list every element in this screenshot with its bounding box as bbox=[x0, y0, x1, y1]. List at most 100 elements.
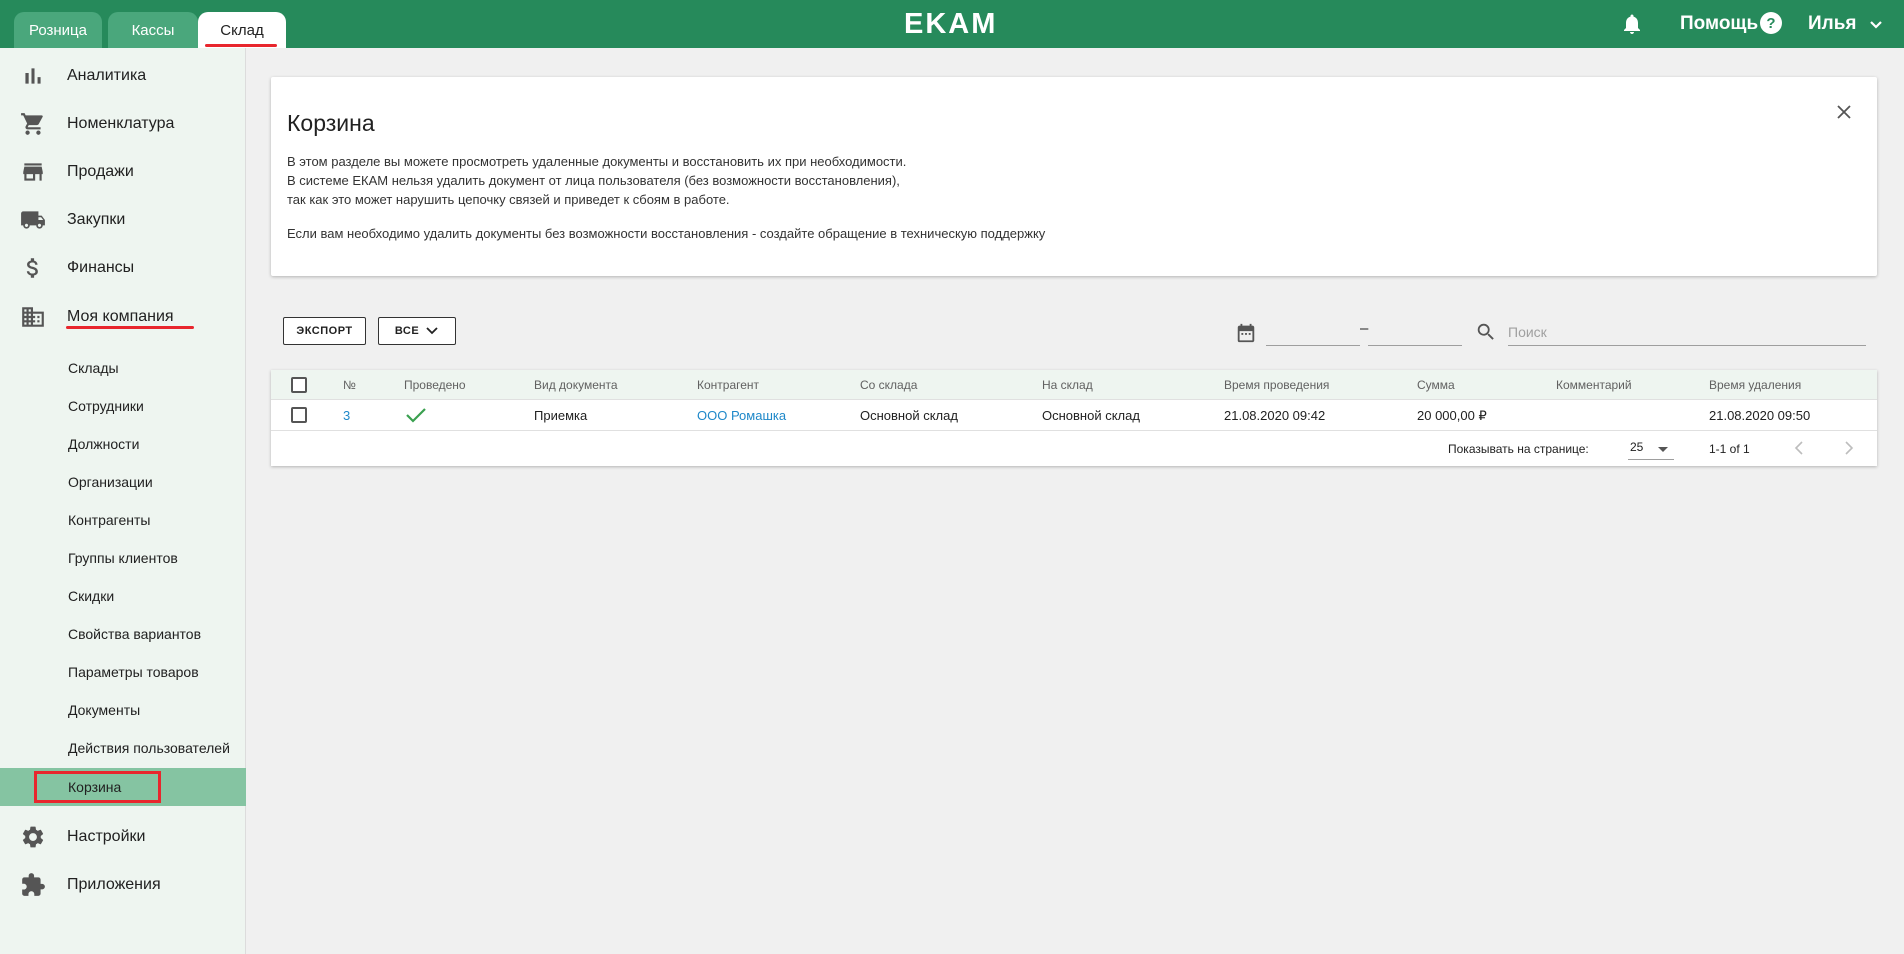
sidebar-subitem-warehouses[interactable]: Склады bbox=[0, 349, 246, 387]
close-icon[interactable] bbox=[1833, 101, 1855, 123]
tab-warehouse-label: Склад bbox=[220, 21, 264, 39]
sidebar-subitem-counterparties[interactable]: Контрагенты bbox=[0, 501, 246, 539]
column-header-doc-type[interactable]: Вид документа bbox=[534, 378, 618, 392]
user-menu[interactable]: Илья bbox=[1808, 13, 1857, 35]
search-input[interactable] bbox=[1508, 318, 1866, 346]
help-link[interactable]: Помощь bbox=[1680, 13, 1758, 35]
puzzle-icon bbox=[22, 873, 45, 896]
calendar-icon[interactable] bbox=[1235, 322, 1257, 344]
sidebar-subitem-user-actions[interactable]: Действия пользователей bbox=[0, 729, 246, 767]
sidebar-subitem-documents[interactable]: Документы bbox=[0, 691, 246, 729]
sidebar-subitem-organizations[interactable]: Организации bbox=[0, 463, 246, 501]
filter-dropdown[interactable]: ВСЕ bbox=[378, 317, 456, 345]
sidebar-subitem-positions[interactable]: Должности bbox=[0, 425, 246, 463]
pagination-range: 1-1 of 1 bbox=[1709, 442, 1750, 456]
sidebar-subitem-label: Группы клиентов bbox=[68, 550, 178, 566]
truck-icon bbox=[21, 211, 45, 229]
filter-dropdown-label: ВСЕ bbox=[394, 325, 420, 337]
column-header-posted-time[interactable]: Время проведения bbox=[1224, 378, 1329, 392]
sidebar-subitem-employees[interactable]: Сотрудники bbox=[0, 387, 246, 425]
cell-sum: 20 000,00 ₽ bbox=[1417, 408, 1487, 423]
cell-doc-type: Приемка bbox=[534, 408, 588, 423]
sidebar-subitem-label: Действия пользователей bbox=[68, 740, 230, 756]
counterparty-link[interactable]: ООО Ромашка bbox=[697, 408, 786, 423]
building-icon bbox=[22, 307, 44, 327]
search-icon bbox=[1477, 323, 1494, 340]
sidebar-subitem-label: Документы bbox=[68, 702, 141, 718]
sidebar-subitem-label: Должности bbox=[68, 436, 140, 452]
date-to-input[interactable] bbox=[1368, 318, 1462, 346]
sidebar-item-my-company[interactable]: Моя компания bbox=[0, 297, 246, 337]
sidebar-item-label: Закупки bbox=[67, 211, 126, 228]
sidebar-subitem-variant-properties[interactable]: Свойства вариантов bbox=[0, 615, 246, 653]
column-header-to-store[interactable]: На склад bbox=[1042, 378, 1093, 392]
caret-down-icon bbox=[1658, 447, 1668, 452]
sidebar-item-label: Номенклатура bbox=[67, 115, 175, 132]
column-header-deleted-time[interactable]: Время удаления bbox=[1709, 378, 1801, 392]
per-page-value: 25 bbox=[1630, 440, 1644, 454]
sidebar-item-analytics[interactable]: Аналитика bbox=[0, 56, 246, 96]
trash-highlight-box bbox=[34, 771, 161, 803]
chevron-down-icon bbox=[426, 327, 438, 335]
sidebar-subitem-client-groups[interactable]: Группы клиентов bbox=[0, 539, 246, 577]
sidebar-item-label: Настройки bbox=[67, 828, 146, 845]
sidebar-item-purchases[interactable]: Закупки bbox=[0, 200, 246, 240]
chevron-left-icon[interactable] bbox=[1790, 438, 1810, 458]
dollar-icon bbox=[26, 258, 38, 278]
column-header-number[interactable]: № bbox=[343, 378, 356, 392]
info-text-line: В системе ЕКАМ нельзя удалить документ о… bbox=[287, 173, 900, 188]
tab-retail[interactable]: Розница bbox=[14, 12, 102, 48]
info-text-line: В этом разделе вы можете просмотреть уда… bbox=[287, 154, 907, 169]
cell-from-store: Основной склад bbox=[860, 408, 958, 423]
row-checkbox[interactable] bbox=[291, 407, 307, 423]
column-header-counterparty[interactable]: Контрагент bbox=[697, 378, 759, 392]
per-page-select[interactable]: 25 bbox=[1628, 436, 1674, 460]
sidebar-subitem-label: Параметры товаров bbox=[68, 664, 199, 680]
help-icon[interactable]: ? bbox=[1760, 12, 1782, 34]
sidebar-subitem-discounts[interactable]: Скидки bbox=[0, 577, 246, 615]
select-all-checkbox[interactable] bbox=[291, 377, 307, 393]
chevron-down-icon[interactable] bbox=[1868, 17, 1884, 33]
document-number-link[interactable]: 3 bbox=[343, 408, 350, 423]
documents-table: № Проведено Вид документа Контрагент Со … bbox=[271, 370, 1877, 466]
my-company-highlight-underline bbox=[66, 326, 194, 329]
logo: EKAM bbox=[904, 7, 998, 40]
store-icon bbox=[23, 163, 43, 181]
per-page-label: Показывать на странице: bbox=[1448, 442, 1589, 456]
sidebar-subitem-label: Свойства вариантов bbox=[68, 626, 202, 642]
sidebar-subitem-label: Склады bbox=[68, 360, 119, 376]
column-header-from-store[interactable]: Со склада bbox=[860, 378, 917, 392]
column-header-comment[interactable]: Комментарий bbox=[1556, 378, 1632, 392]
gear-icon bbox=[22, 826, 44, 848]
sidebar-item-apps[interactable]: Приложения bbox=[0, 865, 246, 905]
tab-retail-label: Розница bbox=[29, 21, 87, 39]
top-bar: Розница Кассы Склад EKAM Помощь ? Илья bbox=[0, 0, 1904, 48]
sidebar-item-sales[interactable]: Продажи bbox=[0, 152, 246, 192]
table-row[interactable]: 3 Приемка ООО Ромашка Основной склад Осн… bbox=[271, 400, 1877, 431]
cell-posted-time: 21.08.2020 09:42 bbox=[1224, 408, 1326, 423]
sidebar-subitem-label: Организации bbox=[68, 474, 153, 490]
bell-icon[interactable] bbox=[1620, 12, 1644, 36]
chevron-right-icon[interactable] bbox=[1838, 438, 1858, 458]
bar-chart-icon bbox=[25, 68, 41, 84]
sidebar-item-nomenclature[interactable]: Номенклатура bbox=[0, 104, 246, 144]
sidebar-item-finance[interactable]: Финансы bbox=[0, 248, 246, 288]
cart-icon bbox=[21, 113, 43, 135]
tab-warehouse[interactable]: Склад bbox=[198, 12, 286, 48]
sidebar-subitem-product-params[interactable]: Параметры товаров bbox=[0, 653, 246, 691]
export-button[interactable]: ЭКСПОРТ bbox=[283, 317, 366, 345]
column-header-posted[interactable]: Проведено bbox=[404, 378, 466, 392]
sidebar-item-settings[interactable]: Настройки bbox=[0, 817, 246, 857]
sidebar-item-label: Моя компания bbox=[67, 308, 174, 325]
tab-cash-registers[interactable]: Кассы bbox=[108, 12, 198, 48]
tab-highlight-underline bbox=[205, 44, 277, 47]
info-card: Корзина В этом разделе вы можете просмот… bbox=[271, 77, 1877, 276]
sidebar-subitem-label: Контрагенты bbox=[68, 512, 151, 528]
info-text-line: Если вам необходимо удалить документы бе… bbox=[287, 226, 1046, 241]
sidebar-item-label: Продажи bbox=[67, 163, 134, 180]
export-button-label: ЭКСПОРТ bbox=[296, 325, 353, 337]
column-header-sum[interactable]: Сумма bbox=[1417, 378, 1455, 392]
info-text-line: так как это может нарушить цепочку связе… bbox=[287, 192, 730, 207]
date-from-input[interactable] bbox=[1266, 318, 1360, 346]
sidebar-item-label: Аналитика bbox=[67, 67, 147, 84]
